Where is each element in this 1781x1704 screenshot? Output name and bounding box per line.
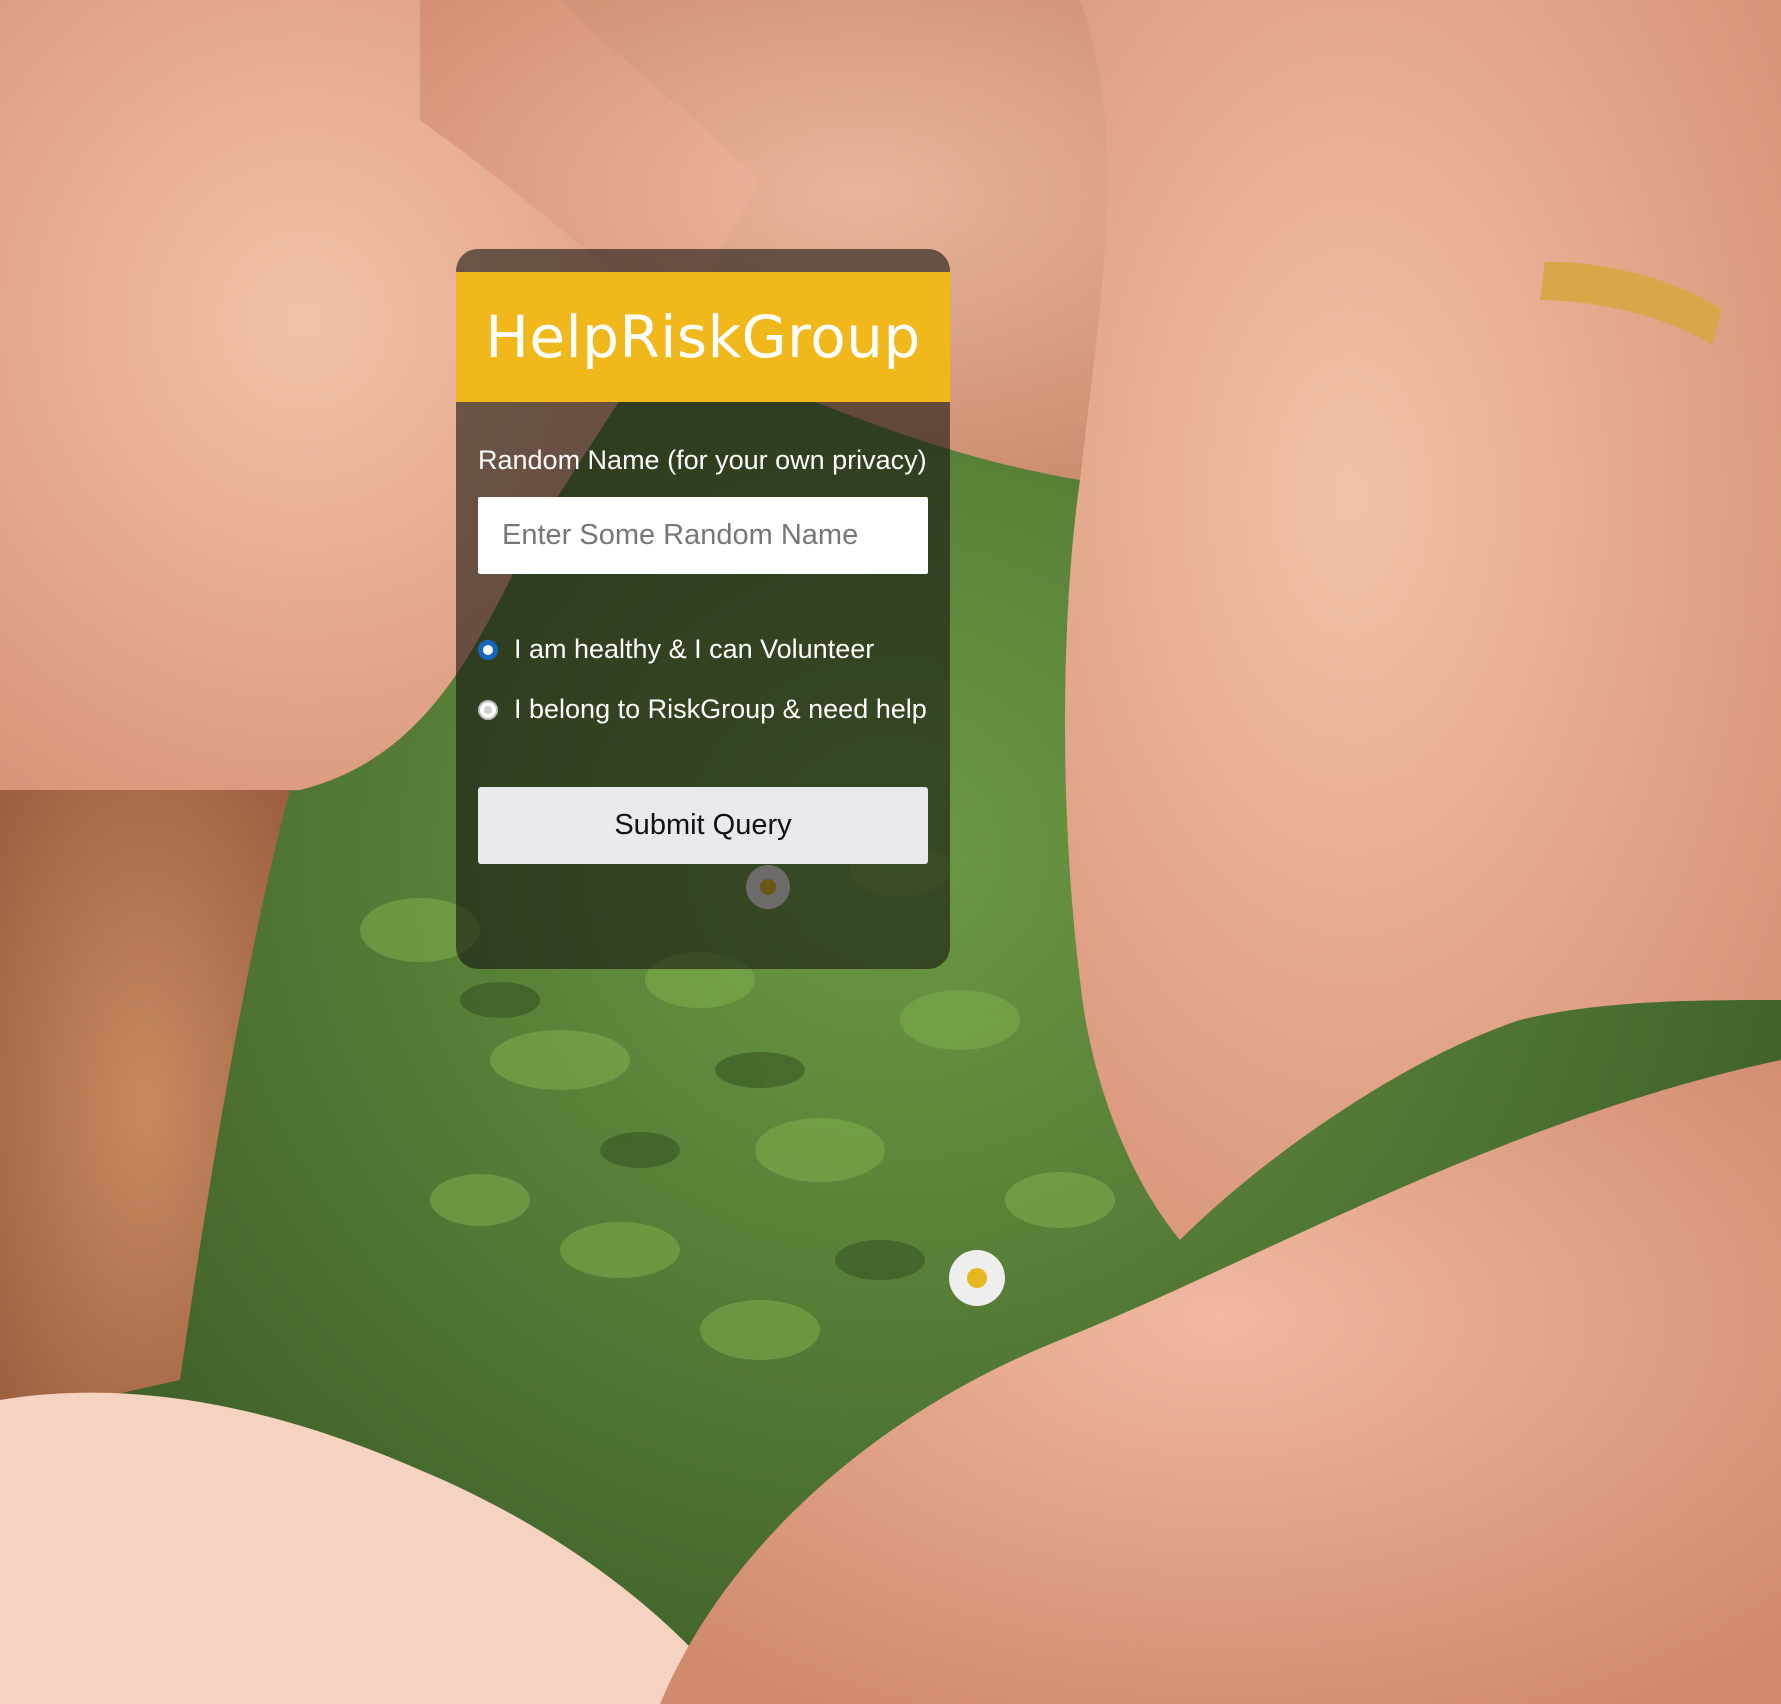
card-header: HelpRiskGroup xyxy=(456,272,950,402)
radio-selected-icon[interactable] xyxy=(478,639,498,660)
radio-unselected-icon[interactable] xyxy=(478,699,498,720)
option-volunteer[interactable]: I am healthy & I can Volunteer xyxy=(478,634,874,665)
app-title: HelpRiskGroup xyxy=(485,303,921,371)
submit-query-button[interactable]: Submit Query xyxy=(478,787,928,864)
option-volunteer-label: I am healthy & I can Volunteer xyxy=(514,634,875,664)
query-card: HelpRiskGroup Random Name (for your own … xyxy=(456,249,950,969)
random-name-label: Random Name (for your own privacy) xyxy=(478,445,927,475)
option-need-help[interactable]: I belong to RiskGroup & need help xyxy=(478,694,927,725)
random-name-input[interactable] xyxy=(478,497,928,574)
option-need-help-label: I belong to RiskGroup & need help xyxy=(514,694,927,724)
